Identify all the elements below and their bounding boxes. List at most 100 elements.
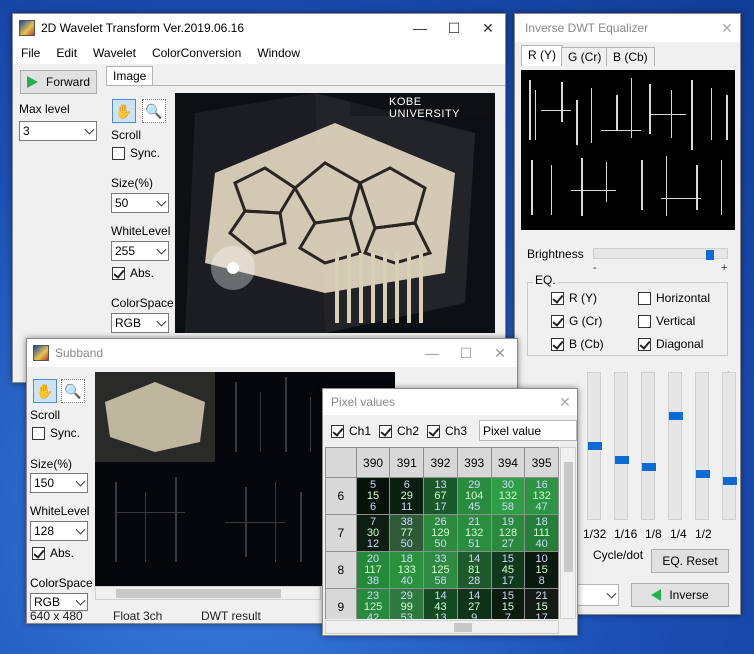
band-slider-thumb-3[interactable]: [642, 463, 656, 471]
pixel-cell[interactable]: 29 104 45: [456, 477, 492, 515]
white-level-select[interactable]: 255: [111, 241, 169, 261]
band-slider-thumb-5[interactable]: [696, 470, 710, 478]
colorspace-select[interactable]: RGB: [111, 313, 169, 333]
pixel-cell[interactable]: 19 128 27: [490, 514, 526, 552]
band-slider-thumb-6[interactable]: [723, 477, 737, 485]
band-slider-6[interactable]: [722, 372, 737, 520]
band-slider-2[interactable]: [614, 372, 629, 520]
pixel-cell[interactable]: 15 15 7: [490, 588, 526, 619]
subband-white-level-select[interactable]: 128: [30, 521, 88, 541]
equalizer-preview[interactable]: [521, 70, 735, 230]
band-slider-thumb-1[interactable]: [588, 442, 602, 450]
size-select[interactable]: 50: [111, 193, 169, 213]
pixel-cell[interactable]: 23 125 42: [355, 588, 391, 619]
pixel-cell[interactable]: 14 27 9: [456, 588, 492, 619]
pixel-cell[interactable]: 18 133 40: [389, 551, 425, 589]
pixel-cell[interactable]: 16 132 47: [524, 477, 559, 515]
menu-window[interactable]: Window: [249, 46, 308, 60]
minimize-icon[interactable]: —: [403, 14, 437, 42]
pixel-cell[interactable]: 30 132 58: [490, 477, 526, 515]
close-icon[interactable]: ✕: [553, 389, 577, 415]
pixel-cell[interactable]: 10 15 8: [524, 551, 559, 589]
tab-b-cb[interactable]: B (Cb): [606, 47, 655, 66]
maximize-icon[interactable]: ☐: [449, 339, 483, 367]
subband-abs-checkbox[interactable]: Abs.: [32, 546, 74, 560]
channel-g-label: G (Cr): [569, 314, 603, 328]
pixel-cell[interactable]: 18 111 40: [524, 514, 559, 552]
band-slider-thumb-4[interactable]: [669, 412, 683, 420]
pixel-cell[interactable]: 5 15 6: [355, 477, 391, 515]
band-slider-4[interactable]: [668, 372, 683, 520]
pixel-hscroll-thumb[interactable]: [454, 623, 472, 632]
building-photo[interactable]: KOBE UNIVERSITY: [175, 93, 495, 333]
pixel-channel-value: 38: [400, 515, 413, 528]
ch2-checkbox[interactable]: Ch2: [379, 424, 419, 438]
pixel-cell[interactable]: 14 43 13: [423, 588, 458, 619]
pixel-cell[interactable]: 38 77 50: [389, 514, 425, 552]
equalizer-titlebar[interactable]: Inverse DWT Equalizer ✕: [515, 14, 740, 42]
pixel-mode-select[interactable]: Pixel value: [479, 420, 577, 441]
pixel-cell[interactable]: 29 99 53: [389, 588, 425, 619]
close-icon[interactable]: ✕: [483, 339, 517, 367]
menu-wavelet[interactable]: Wavelet: [85, 46, 144, 60]
pixel-cell[interactable]: 20 117 38: [355, 551, 391, 589]
zoom-select-icon[interactable]: 🔍: [142, 99, 166, 123]
band-slider-thumb-2[interactable]: [615, 456, 629, 464]
main-titlebar[interactable]: 2D Wavelet Transform Ver.2019.06.16 — ☐ …: [13, 14, 505, 42]
pixel-vscrollbar[interactable]: [560, 447, 576, 619]
hand-tool-icon[interactable]: ✋: [112, 99, 136, 123]
max-level-select[interactable]: 3: [19, 121, 97, 141]
ch1-checkbox[interactable]: Ch1: [331, 424, 371, 438]
tab-r-y[interactable]: R (Y): [521, 45, 563, 66]
chevron-down-icon: [156, 244, 167, 255]
pixel-cell[interactable]: 21 15 17: [524, 588, 559, 619]
tab-image[interactable]: Image: [106, 66, 154, 86]
pixel-hscrollbar[interactable]: [325, 620, 559, 634]
pixel-cell[interactable]: 13 67 17: [423, 477, 458, 515]
subband-hscrollbar[interactable]: [95, 586, 321, 600]
inverse-button[interactable]: Inverse: [631, 583, 729, 607]
diagonal-checkbox[interactable]: Diagonal: [638, 337, 703, 351]
sync-checkbox[interactable]: Sync.: [112, 146, 160, 160]
abs-checkbox[interactable]: Abs.: [112, 266, 154, 280]
menu-edit[interactable]: Edit: [48, 46, 85, 60]
pixel-cell[interactable]: 7 30 12: [355, 514, 391, 552]
minimize-icon[interactable]: —: [415, 339, 449, 367]
band-slider-1[interactable]: [587, 372, 602, 520]
band-slider-5[interactable]: [695, 372, 710, 520]
hand-tool-icon[interactable]: ✋: [33, 379, 57, 403]
pixel-cell[interactable]: 15 45 17: [490, 551, 526, 589]
pixel-channel-value: 6: [403, 478, 410, 491]
subband-sync-checkbox[interactable]: Sync.: [32, 426, 80, 440]
channel-g-checkbox[interactable]: G (Cr): [551, 314, 602, 328]
pixel-channel-value: 15: [501, 589, 515, 602]
brightness-thumb[interactable]: [706, 250, 714, 260]
horizontal-checkbox[interactable]: Horizontal: [638, 291, 710, 305]
tab-g-cr[interactable]: G (Cr): [561, 47, 609, 66]
zoom-select-icon[interactable]: 🔍: [61, 379, 85, 403]
subband-size-select[interactable]: 150: [30, 473, 88, 493]
brightness-slider[interactable]: [593, 248, 728, 260]
band-slider-3[interactable]: [641, 372, 656, 520]
pixel-cell[interactable]: 26 129 50: [423, 514, 458, 552]
channel-b-checkbox[interactable]: B (Cb): [551, 337, 604, 351]
pixel-vscroll-thumb[interactable]: [564, 462, 573, 572]
subband-hscroll-thumb[interactable]: [116, 589, 281, 598]
pixel-values-titlebar[interactable]: Pixel values ✕: [323, 389, 577, 415]
eq-reset-button[interactable]: EQ. Reset: [651, 549, 729, 573]
subband-titlebar[interactable]: Subband — ☐ ✕: [27, 339, 517, 367]
maximize-icon[interactable]: ☐: [437, 14, 471, 42]
menu-colorconversion[interactable]: ColorConversion: [144, 46, 249, 60]
close-icon[interactable]: ✕: [471, 14, 505, 42]
menu-file[interactable]: File: [13, 46, 48, 60]
pixel-grid-viewport[interactable]: 390 391 392 393 394 395 6 5 15 6 6 29 11 13 67 17 29 104 4…: [325, 447, 559, 619]
pixel-cell[interactable]: 6 29 11: [389, 477, 425, 515]
pixel-cell[interactable]: 14 81 28: [456, 551, 492, 589]
pixel-cell[interactable]: 21 132 51: [456, 514, 492, 552]
forward-button[interactable]: Forward: [20, 70, 97, 94]
close-icon[interactable]: ✕: [714, 14, 740, 42]
ch3-checkbox[interactable]: Ch3: [427, 424, 467, 438]
vertical-checkbox[interactable]: Vertical: [638, 314, 695, 328]
channel-r-checkbox[interactable]: R (Y): [551, 291, 597, 305]
pixel-cell[interactable]: 33 125 58: [423, 551, 458, 589]
